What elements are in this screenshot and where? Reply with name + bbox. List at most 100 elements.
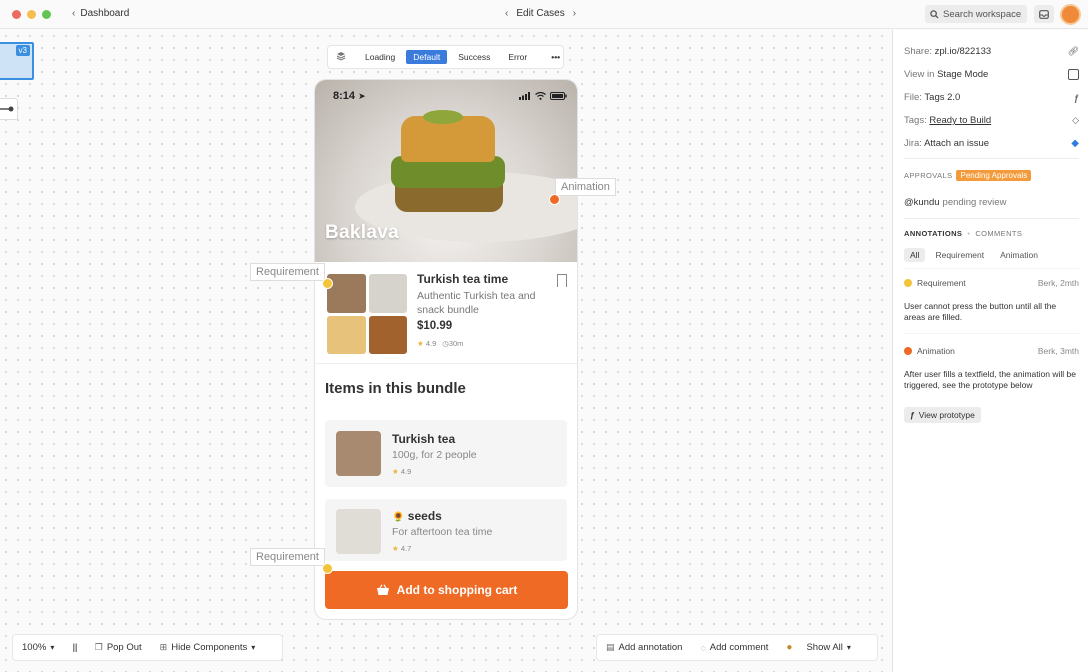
more-states-button[interactable]: ••• (544, 50, 567, 64)
animation-annotation-pin[interactable] (549, 194, 560, 205)
figma-icon[interactable]: ƒ (1074, 93, 1079, 103)
approvals-header: APPROVALS Pending Approvals (904, 170, 1079, 181)
filter-animation[interactable]: Animation (994, 248, 1044, 262)
requirement-annotation-label[interactable]: Requirement (250, 263, 325, 281)
pop-out-label: Pop Out (106, 642, 142, 653)
reviewer-name[interactable]: @kundu (904, 197, 940, 208)
separator-dot: • (967, 229, 971, 238)
layout-toggle-button[interactable]: ||| (63, 642, 85, 653)
thumbnail-image (368, 315, 407, 354)
flow-connector-handle[interactable] (0, 98, 18, 120)
link-icon[interactable]: 🔗︎ (1068, 46, 1079, 57)
zoom-dropdown[interactable]: 100% ▾ (13, 642, 63, 653)
annotation-header[interactable]: Requirement Berk, 2mth (904, 278, 1079, 288)
file-row[interactable]: File: Tags 2.0 ƒ (904, 92, 1079, 103)
hide-components-dropdown[interactable]: ⊞ Hide Components ▾ (151, 642, 265, 653)
product-thumbnail-grid (327, 274, 407, 354)
share-row[interactable]: Share: zpl.io/822133 🔗︎ (904, 46, 1079, 57)
item-rating: ★ 4.9 (392, 467, 411, 476)
state-error[interactable]: Error (501, 50, 534, 64)
share-link[interactable]: zpl.io/822133 (935, 46, 992, 57)
stage-mode-row[interactable]: View in Stage Mode (904, 69, 1079, 80)
pop-out-button[interactable]: ❐ Pop Out (86, 642, 151, 653)
add-to-cart-button[interactable]: Add to shopping cart (325, 571, 568, 609)
jira-row[interactable]: Jira: Attach an issue ◆ (904, 138, 1079, 149)
page-title: Edit Cases (516, 8, 565, 19)
bundle-item-card[interactable]: 🌻 seeds For aftertoon tea time ★ 4.7 (325, 499, 567, 561)
annotation-author: Berk, 3mth (1037, 346, 1079, 356)
annotation-text: After user fills a textfield, the animat… (904, 369, 1076, 390)
tab-annotations[interactable]: ANNOTATIONS (904, 229, 962, 238)
inbox-button[interactable] (1034, 5, 1054, 23)
requirement-annotation-pin[interactable] (322, 563, 333, 574)
bundle-item-card[interactable]: Turkish tea 100g, for 2 people ★ 4.9 (325, 420, 567, 487)
annotation-type: Animation (917, 346, 955, 356)
tags-row[interactable]: Tags: Ready to Build ◇ (904, 115, 1079, 126)
item-name-text: seeds (407, 509, 442, 523)
search-input[interactable]: Search workspace (925, 5, 1027, 23)
animation-annotation-label[interactable]: Animation (555, 178, 616, 196)
search-icon (930, 9, 939, 19)
user-avatar[interactable] (1060, 4, 1081, 25)
panel-tabs: ANNOTATIONS • COMMENTS (904, 229, 1079, 238)
item-rating: ★ 4.7 (392, 544, 411, 553)
filter-all[interactable]: All (904, 248, 926, 262)
item-name: Turkish tea (392, 432, 456, 446)
bookmark-icon[interactable] (557, 274, 567, 287)
back-label: Dashboard (80, 8, 130, 19)
item-name: 🌻 seeds (392, 509, 442, 523)
screen-frame[interactable]: 8:14 ➤ Baklava Turkish tea time Authenti… (314, 79, 578, 620)
stage-mode-icon[interactable] (1068, 69, 1079, 80)
tab-comments[interactable]: COMMENTS (975, 229, 1022, 238)
reviewer-status: pending review (942, 197, 1007, 208)
sunflower-emoji: 🌻 (392, 512, 405, 523)
hide-components-label: Hide Components (171, 642, 248, 653)
minimize-window-button[interactable] (27, 10, 36, 19)
requirement-annotation-label[interactable]: Requirement (250, 548, 325, 566)
add-annotation-button[interactable]: ▤ Add annotation (597, 642, 691, 653)
annotation-header[interactable]: Animation Berk, 3mth (904, 346, 1079, 356)
status-bar-icons (519, 92, 567, 100)
state-default[interactable]: Default (406, 50, 448, 64)
status-time-text: 8:14 (333, 90, 356, 102)
star-icon: ★ (417, 339, 424, 348)
section-title: Items in this bundle (325, 380, 466, 397)
product-card[interactable]: Turkish tea time Authentic Turkish tea a… (315, 262, 577, 364)
product-description: Authentic Turkish tea and snack bundle (417, 290, 536, 316)
tag-link[interactable]: Ready to Build (929, 115, 991, 126)
columns-icon: ||| (72, 642, 78, 653)
jira-icon[interactable]: ◆ (1071, 138, 1079, 149)
view-prototype-button[interactable]: ƒ View prototype (904, 407, 981, 423)
file-label: File: (904, 92, 922, 103)
design-canvas[interactable]: v3 Loading Default Success Error ••• 8:1… (0, 30, 892, 672)
add-comment-button[interactable]: ◌ Add comment (691, 642, 777, 653)
next-screen-button[interactable]: › (573, 8, 576, 19)
state-loading[interactable]: Loading (358, 50, 402, 64)
copy-icon: ❐ (94, 642, 103, 652)
pending-approvals-badge: Pending Approvals (956, 170, 1032, 181)
star-icon: ★ (392, 544, 399, 553)
maximize-window-button[interactable] (42, 10, 51, 19)
layers-icon[interactable] (336, 51, 346, 63)
item-description: 100g, for 2 people (392, 449, 477, 461)
close-window-button[interactable] (12, 10, 21, 19)
tags-label: Tags: (904, 115, 927, 126)
tag-icon[interactable]: ◇ (1072, 115, 1079, 126)
annotation-author: Berk, 2mth (1037, 278, 1079, 288)
people-icon: ● (786, 642, 793, 653)
state-success[interactable]: Success (451, 50, 497, 64)
filter-requirement[interactable]: Requirement (929, 248, 990, 262)
pistachio-crumb-shape (423, 110, 463, 124)
view-label: View in (904, 69, 935, 80)
previous-screen-button[interactable]: ‹ (505, 8, 508, 19)
requirement-annotation-pin[interactable] (322, 278, 333, 289)
product-meta: ★ 4.9 ◷30m (417, 339, 463, 348)
attach-issue-link[interactable]: Attach an issue (924, 138, 989, 149)
version-thumbnail[interactable]: v3 (0, 42, 34, 80)
jira-label: Jira: (904, 138, 922, 149)
stage-mode-link[interactable]: Stage Mode (937, 69, 988, 80)
back-to-dashboard-link[interactable]: ‹ Dashboard (72, 8, 129, 19)
show-all-dropdown[interactable]: ● Show All ▾ (777, 642, 860, 653)
approvals-heading: APPROVALS (904, 171, 953, 180)
file-name[interactable]: Tags 2.0 (924, 92, 960, 103)
